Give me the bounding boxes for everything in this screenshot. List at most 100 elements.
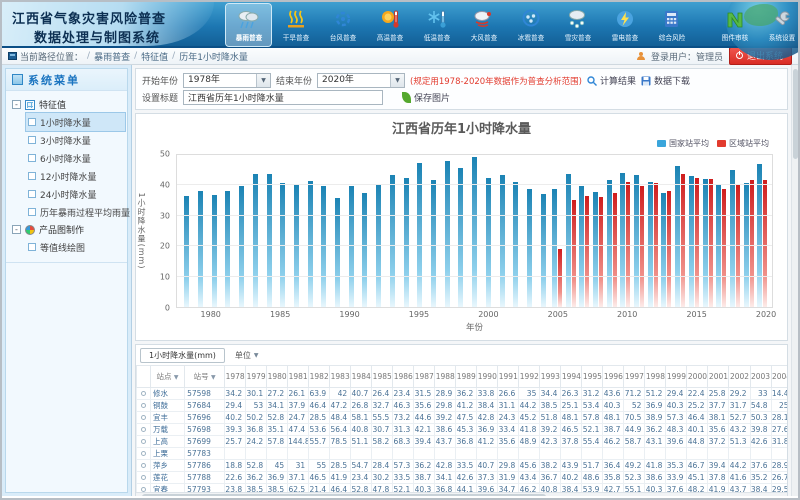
year-column-header[interactable]: 2000 xyxy=(687,366,708,388)
year-column-header[interactable]: 1999 xyxy=(666,366,687,388)
download-button[interactable]: 数据下载 xyxy=(641,74,690,87)
bar-regional xyxy=(599,197,603,307)
table-row[interactable]: 宜丰5769640.250.252.824.728.548.458.155.57… xyxy=(137,412,789,424)
legend-item-national[interactable]: 国家站平均 xyxy=(657,138,709,149)
value-cell: 28.5 xyxy=(330,460,351,472)
toolbar-item-high-temp[interactable]: 高温普查 xyxy=(367,4,412,46)
sidebar-item-6[interactable]: 历年暴雨过程平均雨量 xyxy=(26,203,125,221)
value-cell: 41.9 xyxy=(330,472,351,484)
year-column-header[interactable]: 1989 xyxy=(456,366,477,388)
breadcrumb-item-2[interactable]: 特征值 xyxy=(141,50,168,63)
row-select-cell[interactable] xyxy=(137,448,151,460)
scrollbar-thumb[interactable] xyxy=(793,69,798,159)
station-id-column-header[interactable]: 站号 ▼ xyxy=(185,366,225,388)
value-cell: 18.8 xyxy=(225,460,246,472)
vertical-scrollbar[interactable] xyxy=(791,65,798,496)
value-cell xyxy=(750,448,771,460)
row-select-cell[interactable] xyxy=(137,436,151,448)
table-tab[interactable]: 1小时降水量(mm) xyxy=(140,348,225,363)
toolbar-item-settings[interactable]: 系统设置 xyxy=(759,4,800,46)
item-icon xyxy=(28,190,36,198)
year-column-header[interactable]: 1980 xyxy=(267,366,288,388)
sidebar-item-contour[interactable]: 等值线绘图 xyxy=(26,238,125,256)
table-row[interactable]: 修水5759834.230.127.226.163.94240.726.423.… xyxy=(137,388,789,400)
year-column-header[interactable]: 1996 xyxy=(603,366,624,388)
year-column-header[interactable]: 1985 xyxy=(372,366,393,388)
breadcrumb-item-3[interactable]: 历年1小时降水量 xyxy=(179,50,248,63)
table-row[interactable]: 莲花5778822.636.236.937.146.541.923.430.23… xyxy=(137,472,789,484)
year-column-header[interactable]: 2002 xyxy=(729,366,750,388)
calculate-button[interactable]: 计算结果 xyxy=(587,74,636,87)
value-cell: 42 xyxy=(330,388,351,400)
row-select-cell[interactable] xyxy=(137,472,151,484)
value-cell: 48.1 xyxy=(561,412,582,424)
unit-dropdown[interactable]: 单位 ▼ xyxy=(235,350,259,361)
tree-node-feature-values[interactable]: - 特征值 xyxy=(12,96,125,113)
toolbar-item-drought[interactable]: 干旱普查 xyxy=(273,4,318,46)
row-select-cell[interactable] xyxy=(137,460,151,472)
year-column-header[interactable]: 2004 xyxy=(771,366,788,388)
year-column-header[interactable]: 1984 xyxy=(351,366,372,388)
toolbar-item-low-temp[interactable]: 低温普查 xyxy=(414,4,459,46)
end-year-label: 结束年份 xyxy=(276,74,312,87)
breadcrumb-item-1[interactable]: 暴雨普查 xyxy=(94,50,130,63)
toolbar-item-snow[interactable]: 雪灾普查 xyxy=(555,4,600,46)
save-image-icon xyxy=(402,92,411,103)
save-image-button[interactable]: 保存图片 xyxy=(402,91,450,104)
expander-icon[interactable]: - xyxy=(12,225,21,234)
toolbar-item-map-review[interactable]: 图件审核 xyxy=(712,4,757,46)
table-row[interactable]: 上栗57783 xyxy=(137,448,789,460)
toolbar-item-hail[interactable]: 冰雹普查 xyxy=(508,4,553,46)
year-column-header[interactable]: 2003 xyxy=(750,366,771,388)
sidebar-item-5[interactable]: 24小时降水量 xyxy=(26,185,125,203)
toolbar-item-typhoon[interactable]: 台风普查 xyxy=(320,4,365,46)
sidebar-item-4[interactable]: 12小时降水量 xyxy=(26,167,125,185)
year-column-header[interactable]: 1997 xyxy=(624,366,645,388)
start-year-select[interactable]: 1978年 xyxy=(183,73,271,88)
scrollbar-thumb[interactable] xyxy=(142,494,546,496)
toolbar-item-rainstorm[interactable]: 暴雨普查 xyxy=(226,4,271,46)
table-row[interactable]: 上高5769925.724.257.8144.855.778.551.158.2… xyxy=(137,436,789,448)
table-row[interactable]: 萍乡5778618.852.845315528.554.728.457.336.… xyxy=(137,460,789,472)
year-column-header[interactable]: 1995 xyxy=(582,366,603,388)
value-cell: 24.3 xyxy=(498,412,519,424)
tree-node-product-maps[interactable]: - 产品图制作 xyxy=(12,221,125,238)
year-column-header[interactable]: 1979 xyxy=(246,366,267,388)
year-column-header[interactable]: 1991 xyxy=(498,366,519,388)
table-row[interactable]: 万载5769839.336.835.147.453.656.440.830.73… xyxy=(137,424,789,436)
row-select-cell[interactable] xyxy=(137,412,151,424)
year-column-header[interactable]: 1994 xyxy=(561,366,582,388)
sidebar-item-3[interactable]: 6小时降水量 xyxy=(26,149,125,167)
table-row[interactable]: 铜鼓5768429.45334.137.946.447.226.832.746.… xyxy=(137,400,789,412)
year-column-header[interactable]: 1998 xyxy=(645,366,666,388)
year-column-header[interactable]: 1986 xyxy=(393,366,414,388)
bar-group xyxy=(454,155,468,307)
year-column-header[interactable]: 1988 xyxy=(435,366,456,388)
sidebar-item-1[interactable]: 1小时降水量 xyxy=(26,113,125,131)
row-select-cell[interactable] xyxy=(137,400,151,412)
year-column-header[interactable]: 1978 xyxy=(225,366,246,388)
year-column-header[interactable]: 1993 xyxy=(540,366,561,388)
toolbar-item-lightning[interactable]: 雷电普查 xyxy=(602,4,647,46)
year-column-header[interactable]: 2001 xyxy=(708,366,729,388)
expander-icon[interactable]: - xyxy=(12,100,21,109)
year-column-header[interactable]: 1992 xyxy=(519,366,540,388)
legend-item-regional[interactable]: 区域站平均 xyxy=(717,138,769,149)
toolbar-item-comprehensive-risk[interactable]: 综合风险 xyxy=(649,4,694,46)
year-column-header[interactable]: 1982 xyxy=(309,366,330,388)
chart-title-input[interactable] xyxy=(183,90,383,105)
year-column-header[interactable]: 1990 xyxy=(477,366,498,388)
station-column-header[interactable]: 站点 ▼ xyxy=(151,366,185,388)
bar-group xyxy=(550,155,564,307)
year-column-header[interactable]: 1987 xyxy=(414,366,435,388)
toolbar-item-gale[interactable]: 大风普查 xyxy=(461,4,506,46)
horizontal-scrollbar[interactable] xyxy=(136,492,787,496)
x-tick-label: 1995 xyxy=(409,310,429,319)
sidebar-item-2[interactable]: 3小时降水量 xyxy=(26,131,125,149)
year-column-header[interactable]: 1981 xyxy=(288,366,309,388)
year-column-header[interactable]: 1983 xyxy=(330,366,351,388)
row-select-cell[interactable] xyxy=(137,388,151,400)
value-cell: 35 xyxy=(519,388,540,400)
end-year-select[interactable]: 2020年 xyxy=(317,73,405,88)
row-select-cell[interactable] xyxy=(137,424,151,436)
